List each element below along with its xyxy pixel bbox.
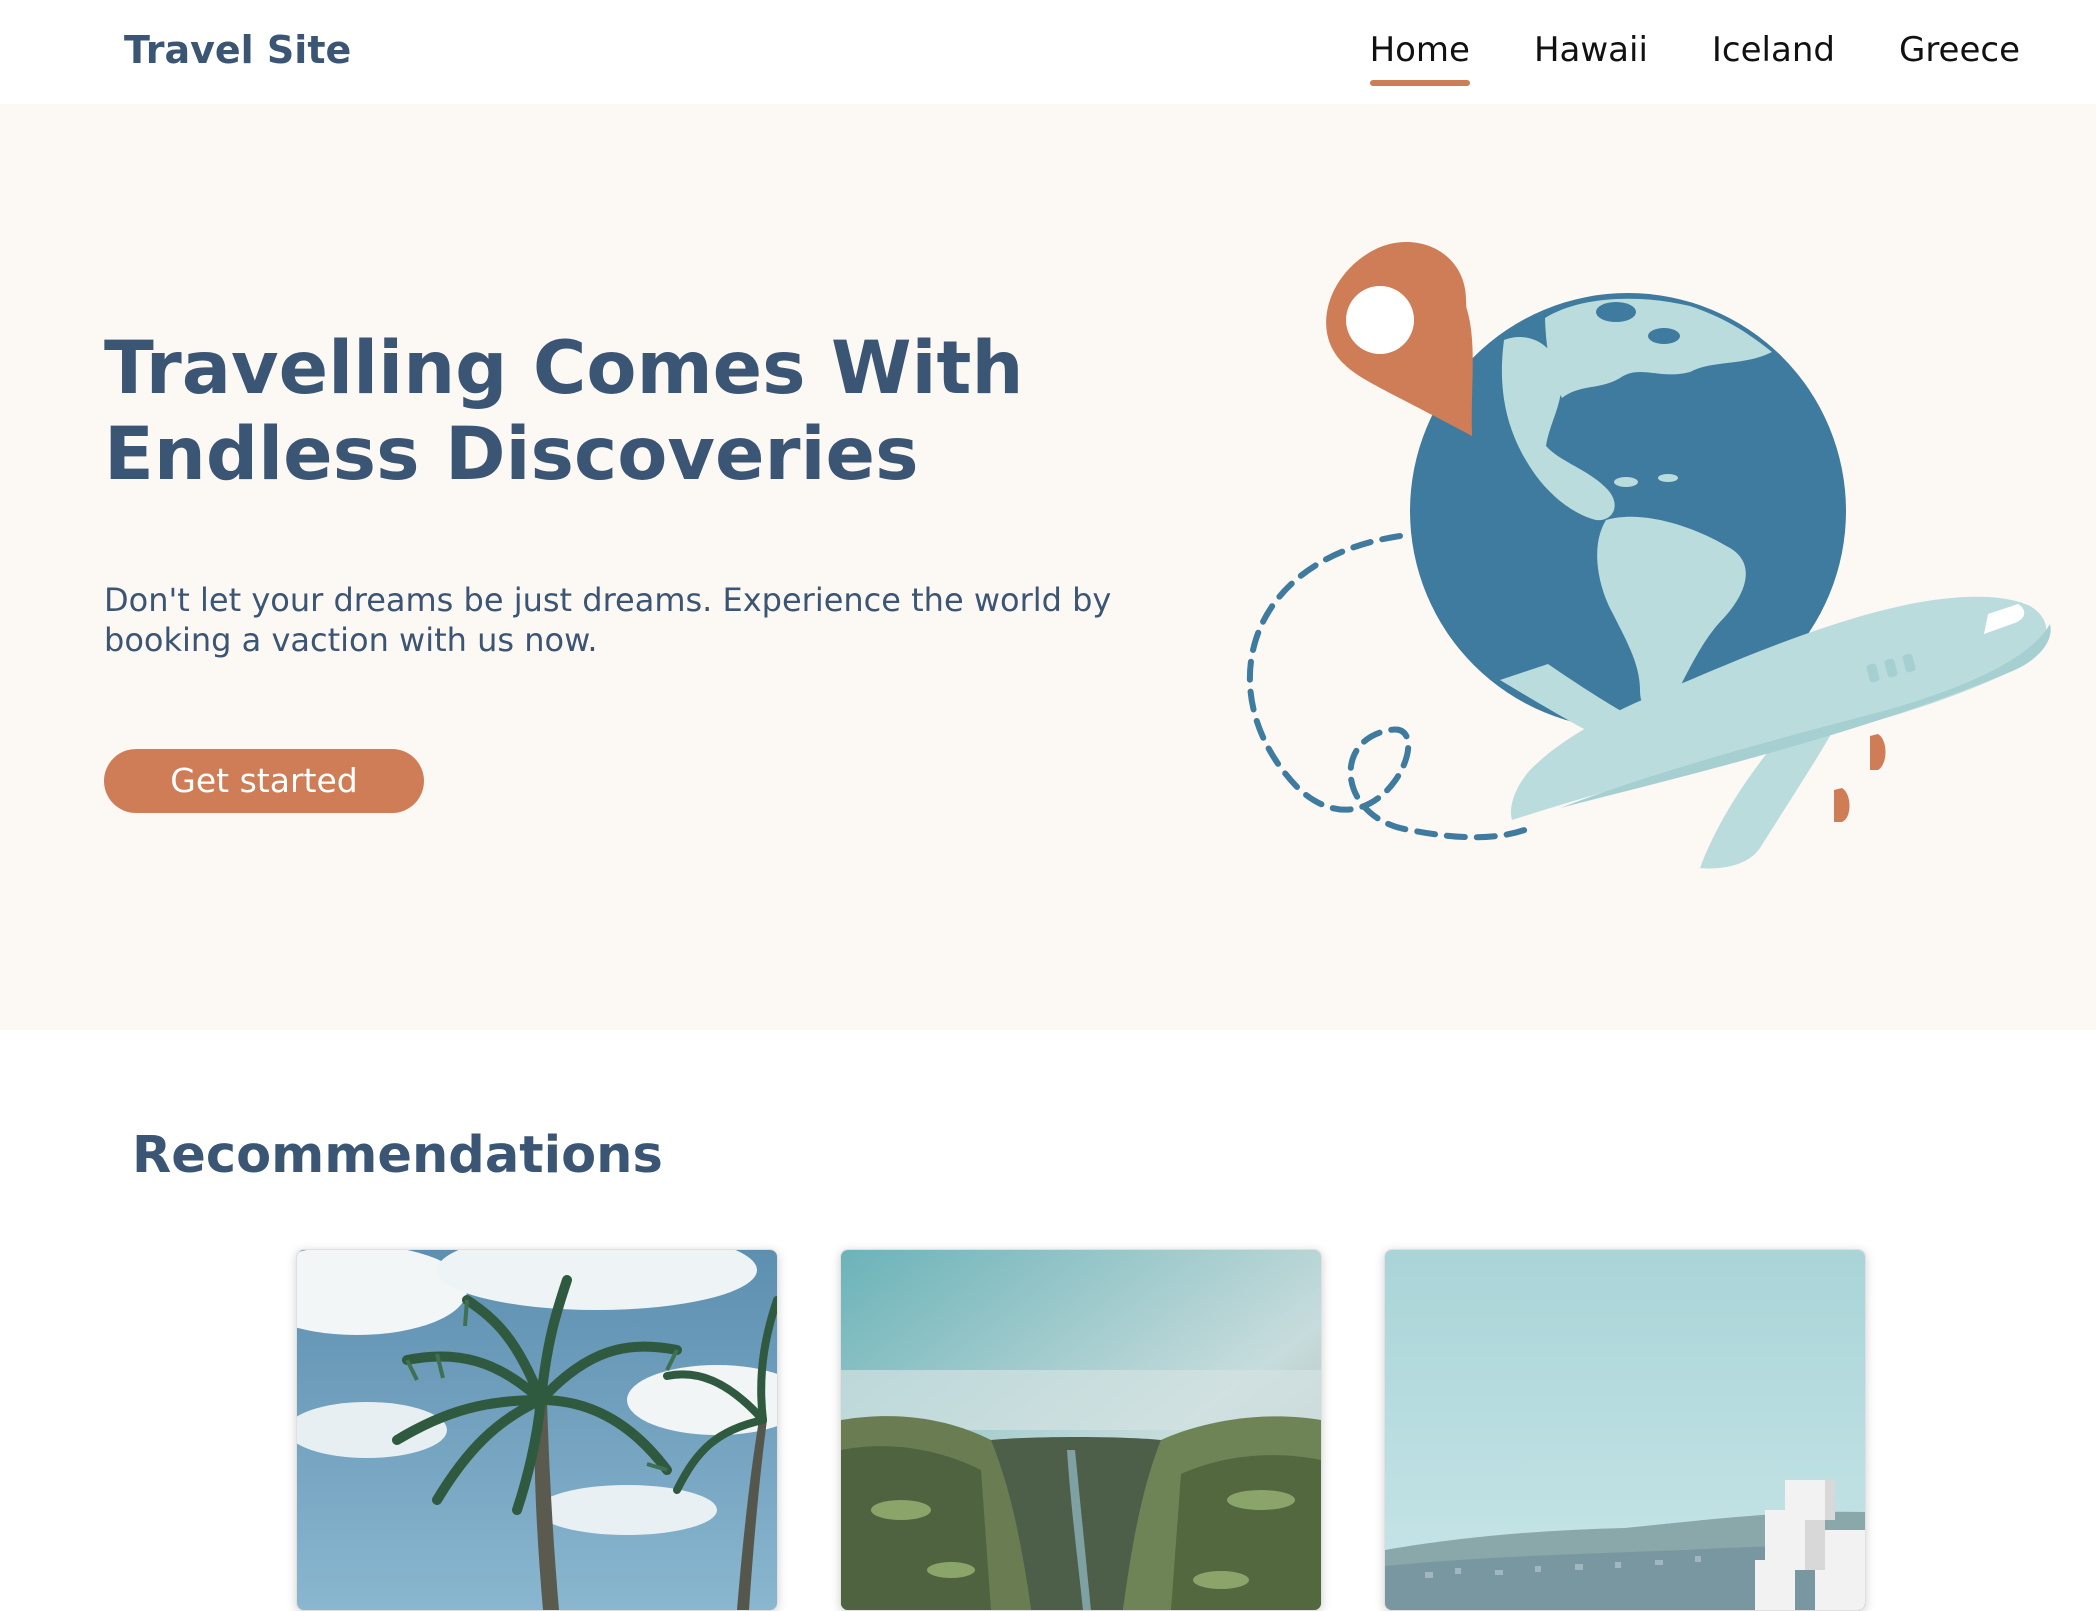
nav-greece-link[interactable]: Greece (1899, 22, 2020, 78)
recommendation-card-coastal-city[interactable] (1384, 1249, 1866, 1611)
get-started-button[interactable]: Get started (104, 749, 424, 813)
recommendations-title: Recommendations (132, 1126, 663, 1185)
canyon-photo (841, 1250, 1321, 1610)
location-pin-icon (1326, 242, 1473, 436)
nav-hawaii-link[interactable]: Hawaii (1534, 22, 1648, 78)
main-nav: Home Hawaii Iceland Greece (1369, 22, 2020, 86)
travel-illustration (1246, 242, 2051, 869)
hero-section: Travelling Comes With Endless Discoverie… (0, 104, 2096, 1030)
site-logo[interactable]: Travel Site (124, 22, 351, 78)
hero-subtitle: Don't let your dreams be just dreams. Ex… (104, 581, 1112, 659)
recommendation-card-canyon[interactable] (840, 1249, 1322, 1611)
nav-iceland-link[interactable]: Iceland (1712, 22, 1835, 78)
site-header: Travel Site Home Hawaii Iceland Greece (0, 0, 2096, 104)
coastal-city-photo (1385, 1250, 1865, 1610)
palm-trees-photo (297, 1250, 777, 1610)
hero-title: Travelling Comes With Endless Discoverie… (104, 326, 1024, 497)
nav-home-link[interactable]: Home (1369, 22, 1471, 86)
recommendation-card-palm-trees[interactable] (296, 1249, 778, 1611)
